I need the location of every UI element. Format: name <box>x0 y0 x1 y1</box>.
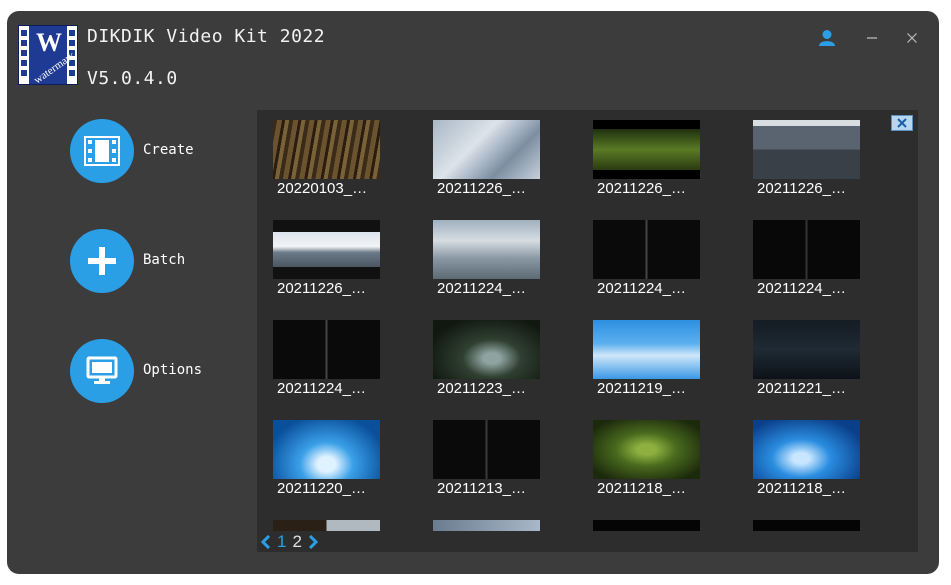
video-thumbnail[interactable] <box>753 120 860 179</box>
video-thumbnail[interactable] <box>273 520 380 531</box>
video-grid: 20220103_… 20211226_… 20211226_… 2021122… <box>257 110 918 552</box>
pagination: 1 2 <box>261 531 318 553</box>
video-thumbnail[interactable] <box>433 520 540 531</box>
batch-label: Batch <box>143 252 186 268</box>
video-label: 20220103_… <box>277 180 368 197</box>
video-thumbnail[interactable] <box>273 120 380 179</box>
options-label: Options <box>143 362 203 378</box>
video-label: 20211224_… <box>597 280 686 297</box>
plus-icon <box>70 229 134 293</box>
video-thumbnail[interactable] <box>433 120 540 179</box>
video-label: 20211221_… <box>757 380 846 397</box>
app-title: DIKDIK Video Kit 2022 <box>87 26 326 47</box>
video-thumbnail[interactable] <box>273 420 380 479</box>
close-panel-icon[interactable] <box>891 115 913 131</box>
chevron-right-icon[interactable] <box>308 535 318 549</box>
video-label: 20211224_… <box>437 280 526 297</box>
video-thumbnail[interactable] <box>273 220 380 279</box>
video-thumbnail[interactable] <box>753 420 860 479</box>
video-thumbnail[interactable] <box>433 320 540 379</box>
video-label: 20211226_… <box>277 280 366 297</box>
video-thumbnail[interactable] <box>593 420 700 479</box>
video-thumbnail[interactable] <box>593 120 700 179</box>
video-thumbnail[interactable] <box>593 220 700 279</box>
video-label: 20211224_… <box>277 380 366 397</box>
video-thumbnail[interactable] <box>753 520 860 531</box>
video-label: 20211220_… <box>277 480 366 497</box>
video-label: 20211213_… <box>437 480 526 497</box>
video-label: 20211218_… <box>757 480 846 497</box>
close-icon[interactable] <box>901 27 923 49</box>
create-button[interactable]: Create <box>70 119 260 185</box>
video-thumbnail[interactable] <box>753 320 860 379</box>
video-thumbnail[interactable] <box>433 420 540 479</box>
video-thumbnail[interactable] <box>433 220 540 279</box>
video-label: 20211218_… <box>597 480 686 497</box>
video-label: 20211219_… <box>597 380 686 397</box>
video-label: 20211223_… <box>437 380 526 397</box>
batch-button[interactable]: Batch <box>70 229 260 295</box>
film-icon <box>70 119 134 183</box>
video-label: 20211226_… <box>597 180 686 197</box>
video-thumbnail[interactable] <box>273 320 380 379</box>
page-1[interactable]: 1 <box>277 532 286 552</box>
user-icon[interactable] <box>816 27 838 49</box>
app-window: W watermark DIKDIK Video Kit 2022 V5.0.4… <box>7 11 939 574</box>
app-version: V5.0.4.0 <box>87 68 178 89</box>
options-button[interactable]: Options <box>70 339 260 405</box>
minimize-icon[interactable] <box>861 27 883 49</box>
app-logo: W watermark <box>18 25 78 85</box>
chevron-left-icon[interactable] <box>261 535 271 549</box>
monitor-icon <box>70 339 134 403</box>
page-2[interactable]: 2 <box>292 532 301 552</box>
create-label: Create <box>143 142 194 158</box>
video-thumbnail[interactable] <box>593 320 700 379</box>
video-label: 20211226_… <box>437 180 526 197</box>
video-label: 20211224_… <box>757 280 846 297</box>
video-thumbnail[interactable] <box>593 520 700 531</box>
video-thumbnail[interactable] <box>753 220 860 279</box>
video-label: 20211226_… <box>757 180 846 197</box>
